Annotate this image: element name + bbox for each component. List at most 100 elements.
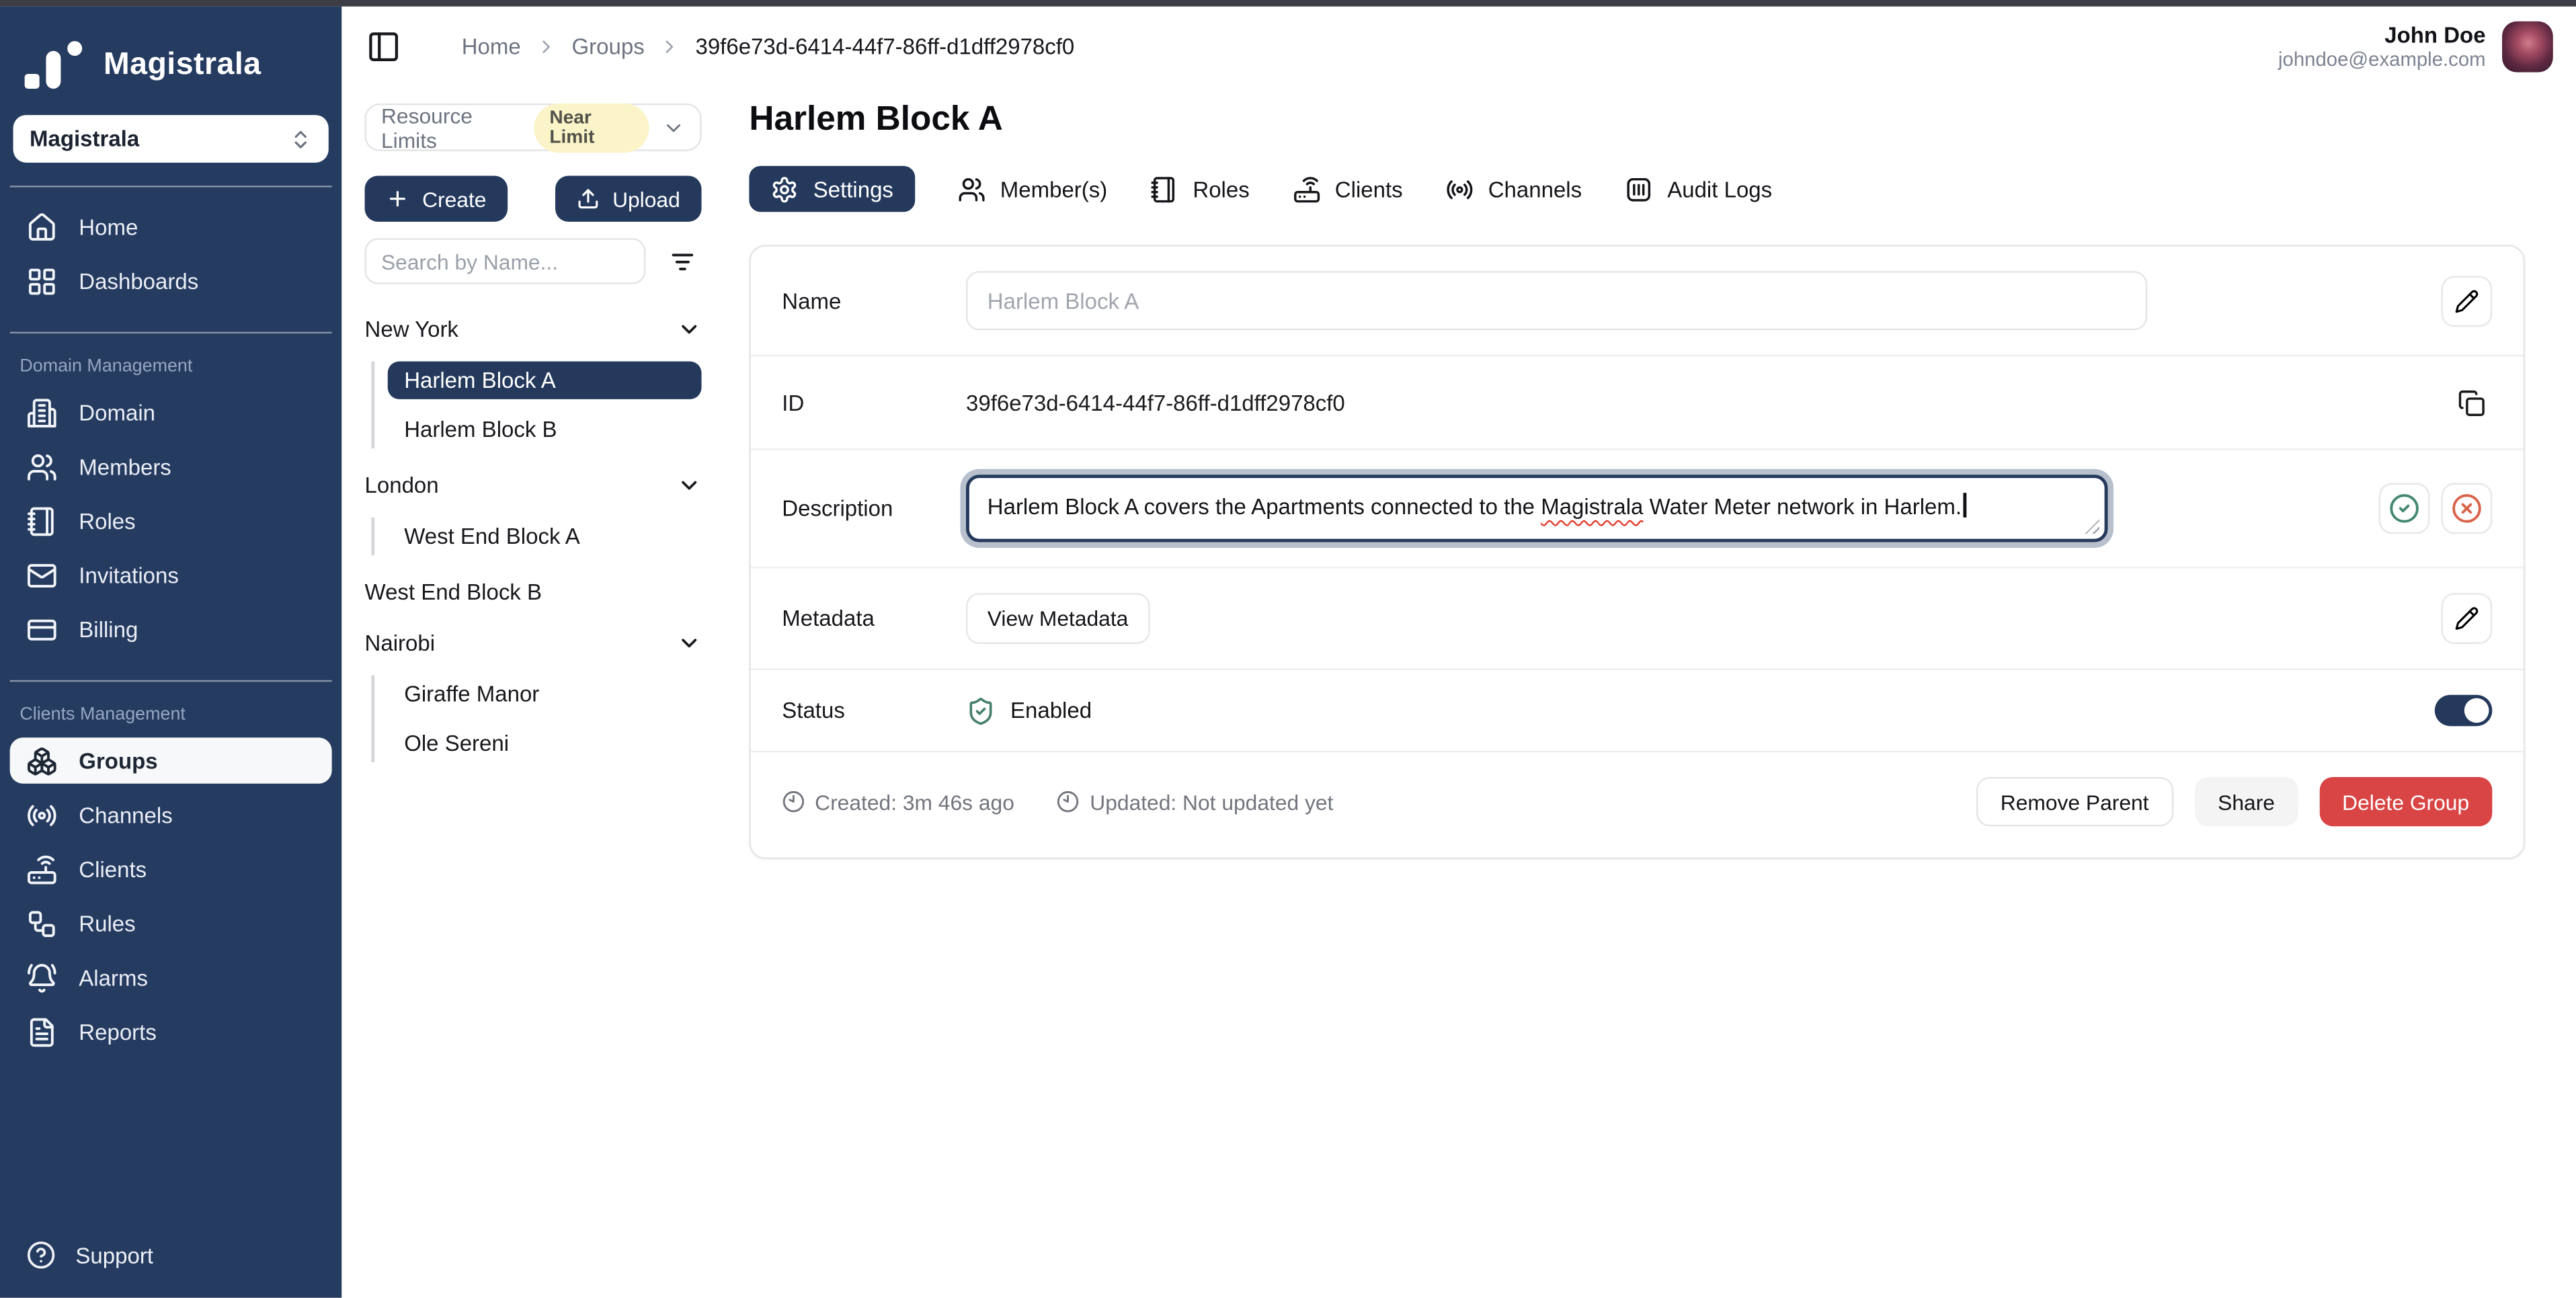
tree-group-nairobi[interactable]: Nairobi	[365, 624, 702, 661]
tab-settings[interactable]: Settings	[749, 166, 914, 212]
upload-icon	[576, 188, 599, 210]
app-logo: Magistrala	[0, 7, 341, 91]
edit-name-button[interactable]	[2442, 275, 2493, 326]
description-row: Description Harlem Block A covers the Ap…	[751, 450, 2524, 569]
tree-group-london[interactable]: London	[365, 467, 702, 503]
tab-members[interactable]: Member(s)	[957, 175, 1107, 203]
settings-gear-icon	[770, 175, 799, 203]
sidebar-item-groups[interactable]: Groups	[10, 737, 332, 783]
create-group-button[interactable]: Create	[365, 175, 508, 221]
sidebar-divider	[10, 332, 332, 333]
tree-item-giraffe-manor[interactable]: Giraffe Manor	[388, 675, 702, 713]
delete-group-button[interactable]: Delete Group	[2319, 777, 2492, 826]
copy-icon	[2457, 389, 2485, 417]
sidebar-item-clients[interactable]: Clients	[0, 843, 341, 897]
tab-roles[interactable]: Roles	[1150, 175, 1250, 203]
sidebar-item-channels[interactable]: Channels	[0, 788, 341, 843]
footer-actions: Remove Parent Share Delete Group	[1976, 777, 2492, 826]
file-text-icon	[26, 1017, 57, 1048]
sidebar-divider	[10, 186, 332, 187]
radio-icon	[1445, 175, 1474, 203]
users-icon	[957, 175, 985, 203]
sidebar-item-dashboards[interactable]: Dashboards	[0, 255, 341, 309]
description-textarea[interactable]: Harlem Block A covers the Apartments con…	[966, 475, 2107, 542]
sidebar-item-support[interactable]: Support	[0, 1217, 341, 1298]
tree-group-west-end-block-b[interactable]: West End Block B	[365, 573, 702, 610]
sidebar-toggle-button[interactable]	[366, 29, 401, 63]
tree-children: West End Block A	[371, 518, 701, 555]
name-input[interactable]	[966, 271, 2147, 330]
sidebar-item-invitations[interactable]: Invitations	[0, 549, 341, 603]
chevron-down-icon[interactable]	[677, 316, 702, 341]
breadcrumb-current: 39f6e73d-6414-44f7-86ff-d1dff2978cf0	[695, 34, 1074, 58]
tree-group-new-york[interactable]: New York	[365, 311, 702, 347]
tree-item-west-end-block-a[interactable]: West End Block A	[388, 518, 702, 555]
metadata-label: Metadata	[782, 606, 966, 631]
search-input[interactable]	[365, 238, 646, 284]
topbar: Home Groups 39f6e73d-6414-44f7-86ff-d1df…	[341, 7, 2576, 85]
pencil-icon	[2454, 288, 2479, 313]
chevron-right-icon	[659, 36, 681, 57]
copy-id-button[interactable]	[2450, 381, 2493, 424]
breadcrumb-home[interactable]: Home	[462, 34, 521, 58]
tree-item-ole-sereni[interactable]: Ole Sereni	[388, 725, 702, 762]
name-label: Name	[782, 288, 966, 313]
tab-audit-logs[interactable]: Audit Logs	[1625, 175, 1772, 203]
home-icon	[26, 212, 57, 243]
users-icon	[26, 452, 57, 483]
tree-children: Giraffe Manor Ole Sereni	[371, 675, 701, 762]
sidebar-item-members[interactable]: Members	[0, 440, 341, 495]
sidebar-item-alarms[interactable]: Alarms	[0, 951, 341, 1006]
section-label-domain-management: Domain Management	[0, 347, 341, 387]
sidebar-item-rules[interactable]: Rules	[0, 897, 341, 951]
sidebar-item-roles[interactable]: Roles	[0, 495, 341, 549]
filter-lines-icon	[668, 247, 696, 276]
card-footer: Created: 3m 46s ago Updated: Not updated…	[751, 752, 2524, 857]
view-metadata-button[interactable]: View Metadata	[966, 593, 1150, 644]
status-value: Enabled	[966, 696, 1092, 725]
sidebar-item-billing[interactable]: Billing	[0, 603, 341, 657]
tab-clients[interactable]: Clients	[1292, 175, 1402, 203]
resource-limits-select[interactable]: Resource Limits Near Limit	[365, 104, 702, 151]
avatar[interactable]	[2502, 21, 2553, 72]
shield-check-icon	[966, 696, 996, 725]
workspace-selector[interactable]: Magistrala	[13, 115, 329, 163]
resource-limits-label: Resource Limits	[381, 103, 522, 152]
clock-icon	[782, 790, 805, 813]
chevron-right-icon	[536, 36, 557, 57]
layout-grid-icon	[26, 266, 57, 297]
groups-panel: Resource Limits Near Limit Create Upload…	[341, 85, 749, 1298]
filter-button[interactable]	[662, 241, 702, 281]
notebook-icon	[26, 506, 57, 537]
boxes-icon	[26, 745, 57, 776]
sidebar: Magistrala Magistrala Home Dashboards Do…	[0, 7, 341, 1298]
sidebar-item-reports[interactable]: Reports	[0, 1006, 341, 1060]
tree-item-harlem-block-b[interactable]: Harlem Block B	[388, 411, 702, 448]
upload-group-button[interactable]: Upload	[555, 175, 702, 221]
help-circle-icon	[26, 1240, 56, 1270]
router-icon	[1292, 175, 1320, 203]
plus-icon	[386, 188, 409, 210]
remove-parent-button[interactable]: Remove Parent	[1976, 777, 2173, 826]
breadcrumb-groups[interactable]: Groups	[572, 34, 645, 58]
chevron-down-icon[interactable]	[677, 630, 702, 655]
chevrons-up-down-icon	[289, 127, 312, 150]
sidebar-item-domain[interactable]: Domain	[0, 386, 341, 440]
app-logo-text: Magistrala	[104, 48, 261, 84]
main-content: Harlem Block A Settings Member(s) Roles …	[749, 85, 2576, 1298]
confirm-description-button[interactable]	[2379, 483, 2430, 534]
status-toggle[interactable]	[2435, 695, 2493, 726]
user-menu[interactable]: John Doe johndoe@example.com	[2278, 21, 2553, 72]
window-top-strip	[0, 0, 2576, 7]
edit-metadata-button[interactable]	[2442, 593, 2493, 644]
tree-item-harlem-block-a[interactable]: Harlem Block A	[388, 362, 702, 399]
share-button[interactable]: Share	[2195, 777, 2298, 826]
cancel-description-button[interactable]	[2442, 483, 2493, 534]
id-row: ID 39f6e73d-6414-44f7-86ff-d1dff2978cf0	[751, 356, 2524, 450]
chevron-down-icon[interactable]	[677, 473, 702, 497]
mail-icon	[26, 560, 57, 591]
tab-channels[interactable]: Channels	[1445, 175, 1582, 203]
sidebar-item-home[interactable]: Home	[0, 200, 341, 255]
page-title: Harlem Block A	[749, 100, 2576, 140]
workspace-name: Magistrala	[30, 126, 139, 151]
